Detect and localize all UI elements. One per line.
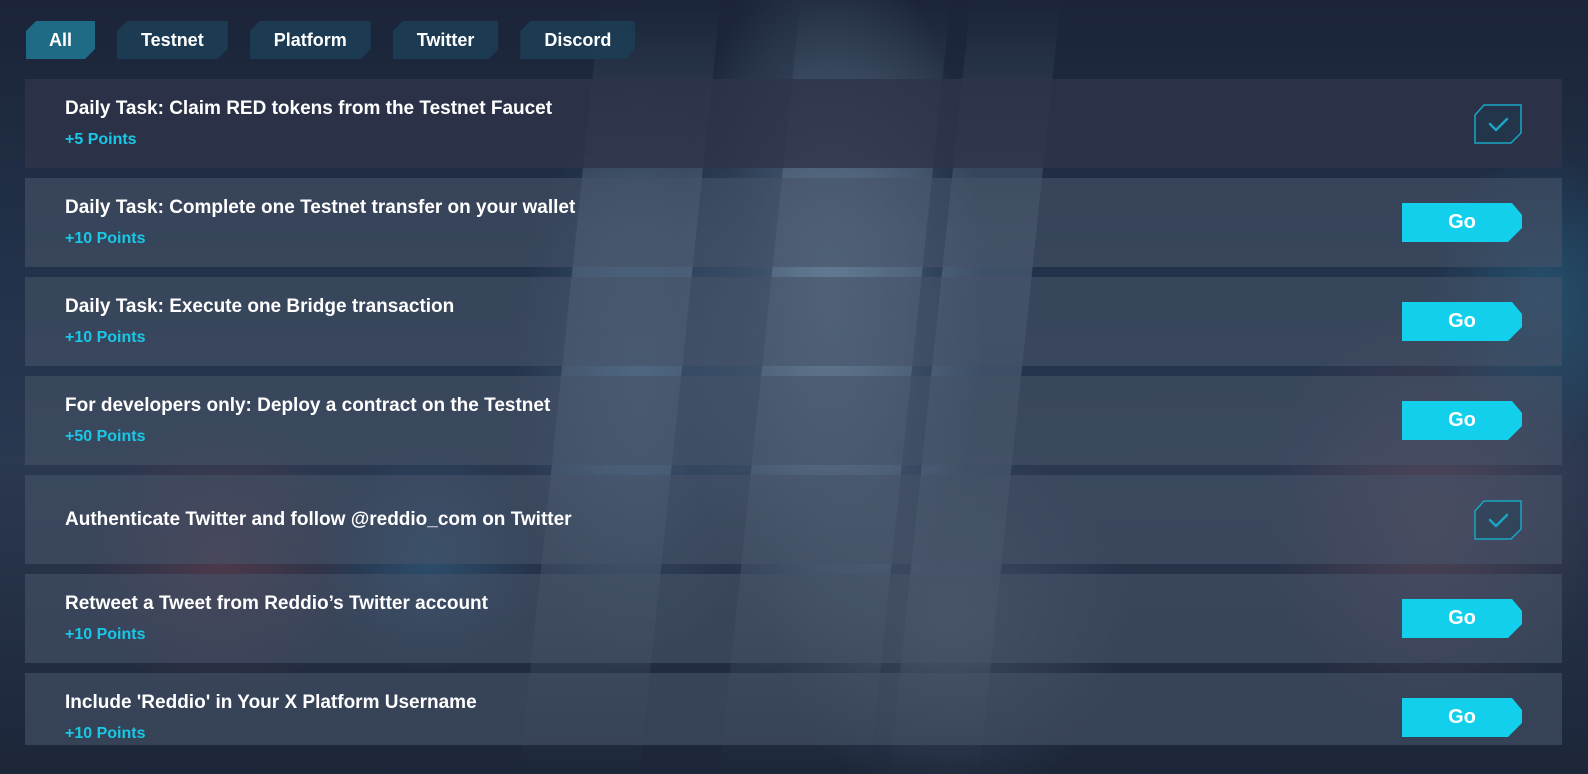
task-title: Include 'Reddio' in Your X Platform User… xyxy=(65,692,477,713)
task-title: For developers only: Deploy a contract o… xyxy=(65,395,551,416)
task-title: Daily Task: Execute one Bridge transacti… xyxy=(65,296,455,317)
go-button[interactable]: Go xyxy=(1402,401,1522,440)
go-button[interactable]: Go xyxy=(1402,599,1522,638)
tab-platform[interactable]: Platform xyxy=(250,21,371,59)
task-points: +5 Points xyxy=(65,131,137,148)
task-points: +10 Points xyxy=(65,329,146,346)
task-points: +10 Points xyxy=(65,230,146,247)
task-row: Retweet a Tweet from Reddio’s Twitter ac… xyxy=(25,574,1562,663)
tab-discord[interactable]: Discord xyxy=(520,21,635,59)
task-title: Daily Task: Complete one Testnet transfe… xyxy=(65,197,576,218)
task-filter-tabs: All Testnet Platform Twitter Discord xyxy=(26,21,635,59)
task-points: +10 Points xyxy=(65,725,146,742)
task-row: Daily Task: Claim RED tokens from the Te… xyxy=(25,79,1562,168)
task-points: +10 Points xyxy=(65,626,146,643)
task-row: Daily Task: Execute one Bridge transacti… xyxy=(25,277,1562,366)
tab-all[interactable]: All xyxy=(26,21,95,59)
go-button[interactable]: Go xyxy=(1402,698,1522,737)
task-row: Authenticate Twitter and follow @reddio_… xyxy=(25,475,1562,564)
checkmark-icon xyxy=(1474,104,1522,144)
task-title: Retweet a Tweet from Reddio’s Twitter ac… xyxy=(65,593,488,614)
tab-twitter[interactable]: Twitter xyxy=(393,21,499,59)
task-title: Authenticate Twitter and follow @reddio_… xyxy=(65,509,572,530)
tab-testnet[interactable]: Testnet xyxy=(117,21,228,59)
go-button[interactable]: Go xyxy=(1402,203,1522,242)
task-row: Include 'Reddio' in Your X Platform User… xyxy=(25,673,1562,745)
task-title: Daily Task: Claim RED tokens from the Te… xyxy=(65,98,553,119)
checkmark-icon xyxy=(1474,500,1522,540)
task-row: Daily Task: Complete one Testnet transfe… xyxy=(25,178,1562,267)
go-button[interactable]: Go xyxy=(1402,302,1522,341)
task-row: For developers only: Deploy a contract o… xyxy=(25,376,1562,465)
task-list: Daily Task: Claim RED tokens from the Te… xyxy=(25,79,1562,745)
task-points: +50 Points xyxy=(65,428,146,445)
